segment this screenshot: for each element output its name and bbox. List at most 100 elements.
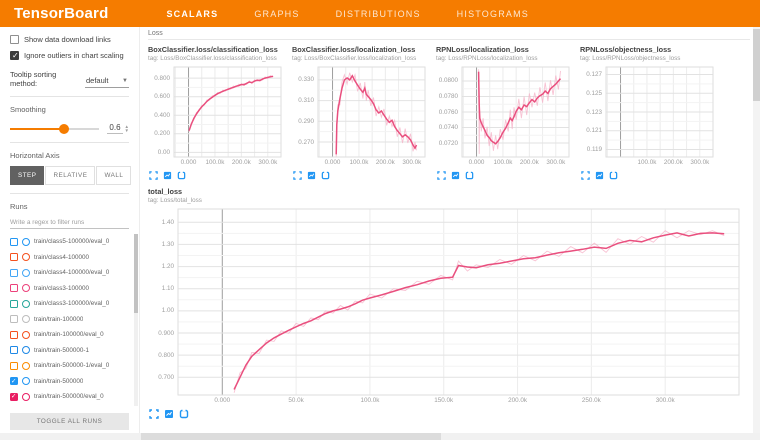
axis-step-button[interactable]: STEP	[10, 166, 44, 185]
run-checkbox[interactable]	[10, 284, 18, 292]
run-row[interactable]: train/train-500000	[0, 374, 139, 390]
chart-data-icon[interactable]	[451, 171, 460, 180]
run-row[interactable]: train/class4-100000	[0, 250, 139, 266]
run-color-toggle[interactable]	[22, 269, 30, 277]
tab-distributions[interactable]: DISTRIBUTIONS	[336, 9, 421, 19]
runs-scrollbar-thumb[interactable]	[134, 234, 138, 313]
chart-title: RPNLoss/localization_loss	[436, 45, 574, 54]
tab-scalars[interactable]: SCALARS	[166, 9, 218, 19]
run-checkbox[interactable]	[10, 362, 18, 370]
category-header[interactable]: Loss	[148, 27, 750, 40]
show-download-links-row[interactable]: Show data download links	[10, 35, 129, 44]
smoothing-value[interactable]: 0.6	[107, 123, 122, 134]
fit-domain-icon[interactable]	[177, 171, 186, 180]
show-download-links-label: Show data download links	[24, 35, 111, 44]
run-checkbox[interactable]	[10, 315, 18, 323]
axis-wall-button[interactable]: WALL	[96, 166, 131, 185]
axis-relative-button[interactable]: RELATIVE	[45, 166, 95, 185]
runs-scrollbar[interactable]	[134, 234, 138, 406]
run-row[interactable]: train/class3-100000/eval_0	[0, 296, 139, 312]
chart-data-icon[interactable]	[163, 171, 172, 180]
chart-plot[interactable]: 0.1270.1250.1230.1210.119100.0k200.0k300…	[580, 64, 718, 168]
run-label: train/class4-100000/eval_0	[34, 269, 109, 276]
tooltip-sorting-select[interactable]: default ▼	[85, 75, 129, 88]
chart-title: total_loss	[148, 187, 744, 196]
run-checkbox[interactable]	[10, 253, 18, 261]
divider	[10, 142, 129, 143]
chart-data-icon[interactable]	[595, 171, 604, 180]
run-color-toggle[interactable]	[22, 377, 30, 385]
run-checkbox[interactable]	[10, 377, 18, 385]
chart-data-icon[interactable]	[164, 409, 174, 419]
chart-card-rpn-localization-loss: RPNLoss/localization_loss tag: Loss/RPNL…	[436, 45, 574, 180]
run-color-toggle[interactable]	[22, 362, 30, 370]
nav-tabs: SCALARS GRAPHS DISTRIBUTIONS HISTOGRAMS	[166, 9, 529, 19]
app-header: TensorBoard SCALARS GRAPHS DISTRIBUTIONS…	[0, 0, 760, 27]
run-row[interactable]: train/class4-100000/eval_0	[0, 265, 139, 281]
expand-chart-icon[interactable]	[149, 409, 159, 419]
run-color-toggle[interactable]	[22, 253, 30, 261]
ignore-outliers-row[interactable]: Ignore outliers in chart scaling	[10, 51, 129, 60]
run-row[interactable]: train/train-100000/eval_0	[0, 327, 139, 343]
main-vertical-scrollbar-thumb[interactable]	[753, 29, 760, 101]
expand-chart-icon[interactable]	[293, 171, 302, 180]
toggle-all-runs-button[interactable]: TOGGLE ALL RUNS	[10, 413, 129, 430]
smoothing-slider[interactable]	[10, 128, 99, 130]
run-checkbox[interactable]	[10, 331, 18, 339]
chart-card-box-localization-loss: BoxClassifier.loss/localization_loss tag…	[292, 45, 430, 180]
tooltip-sorting-label: Tooltip sorting method:	[10, 70, 81, 88]
fit-domain-icon[interactable]	[609, 171, 618, 180]
chart-toolbar	[148, 409, 744, 419]
run-row[interactable]: train/class5-100000/eval_0	[0, 234, 139, 250]
run-color-toggle[interactable]	[22, 346, 30, 354]
chart-plot[interactable]: 1.401.301.201.101.000.9000.8000.7000.000…	[148, 206, 744, 406]
run-color-toggle[interactable]	[22, 331, 30, 339]
run-label: train/class3-100000/eval_0	[34, 300, 109, 307]
expand-chart-icon[interactable]	[581, 171, 590, 180]
run-row[interactable]: train/train-500000/eval_0	[0, 389, 139, 405]
show-download-links-checkbox[interactable]	[10, 35, 19, 44]
chart-toolbar	[580, 171, 718, 180]
expand-chart-icon[interactable]	[149, 171, 158, 180]
run-color-toggle[interactable]	[22, 393, 30, 401]
ignore-outliers-checkbox[interactable]	[10, 51, 19, 60]
run-checkbox[interactable]	[10, 393, 18, 401]
chart-plot[interactable]: 0.3300.3100.2900.2700.000100.0k200.0k300…	[292, 64, 430, 168]
run-checkbox[interactable]	[10, 269, 18, 277]
run-row[interactable]: train/class3-100000	[0, 281, 139, 297]
main-vertical-scrollbar[interactable]	[753, 27, 760, 433]
run-color-toggle[interactable]	[22, 238, 30, 246]
run-row[interactable]: train/train-500000-1/eval_0	[0, 358, 139, 374]
main-horizontal-scrollbar[interactable]	[0, 433, 760, 440]
fit-domain-icon[interactable]	[321, 171, 330, 180]
run-label: train/train-500000	[34, 378, 83, 385]
run-color-toggle[interactable]	[22, 300, 30, 308]
run-checkbox[interactable]	[10, 238, 18, 246]
chart-plot[interactable]: 0.8000.6000.4000.2000.000.000100.0k200.0…	[148, 64, 286, 168]
fit-domain-icon[interactable]	[465, 171, 474, 180]
chart-toolbar	[292, 171, 430, 180]
chart-tag: tag: Loss/total_loss	[148, 197, 744, 204]
run-row[interactable]: train/train-500000-1	[0, 343, 139, 359]
chart-card-rpn-objectness-loss: RPNLoss/objectness_loss tag: Loss/RPNLos…	[580, 45, 718, 180]
expand-chart-icon[interactable]	[437, 171, 446, 180]
runs-filter-input[interactable]	[10, 217, 129, 229]
run-color-toggle[interactable]	[22, 315, 30, 323]
run-checkbox[interactable]	[10, 346, 18, 354]
tab-graphs[interactable]: GRAPHS	[254, 9, 299, 19]
smoothing-slider-thumb[interactable]	[59, 124, 69, 134]
chart-tag: tag: Loss/RPNLoss/localization_loss	[436, 55, 574, 62]
main-horizontal-scrollbar-thumb[interactable]	[141, 433, 441, 440]
chart-tag: tag: Loss/BoxClassifier.loss/localizatio…	[292, 55, 430, 62]
chart-data-icon[interactable]	[307, 171, 316, 180]
smoothing-stepper[interactable]: ▲▼	[125, 125, 129, 131]
tab-histograms[interactable]: HISTOGRAMS	[457, 9, 529, 19]
fit-domain-icon[interactable]	[179, 409, 189, 419]
chart-toolbar	[148, 171, 286, 180]
chart-plot[interactable]: 0.08000.07800.07600.07400.07200.000100.0…	[436, 64, 574, 168]
run-row[interactable]: train/train-100000	[0, 312, 139, 328]
smoothing-slider-fill	[10, 128, 64, 130]
chart-card-classification-loss: BoxClassifier.loss/classification_loss t…	[148, 45, 286, 180]
run-color-toggle[interactable]	[22, 284, 30, 292]
run-checkbox[interactable]	[10, 300, 18, 308]
